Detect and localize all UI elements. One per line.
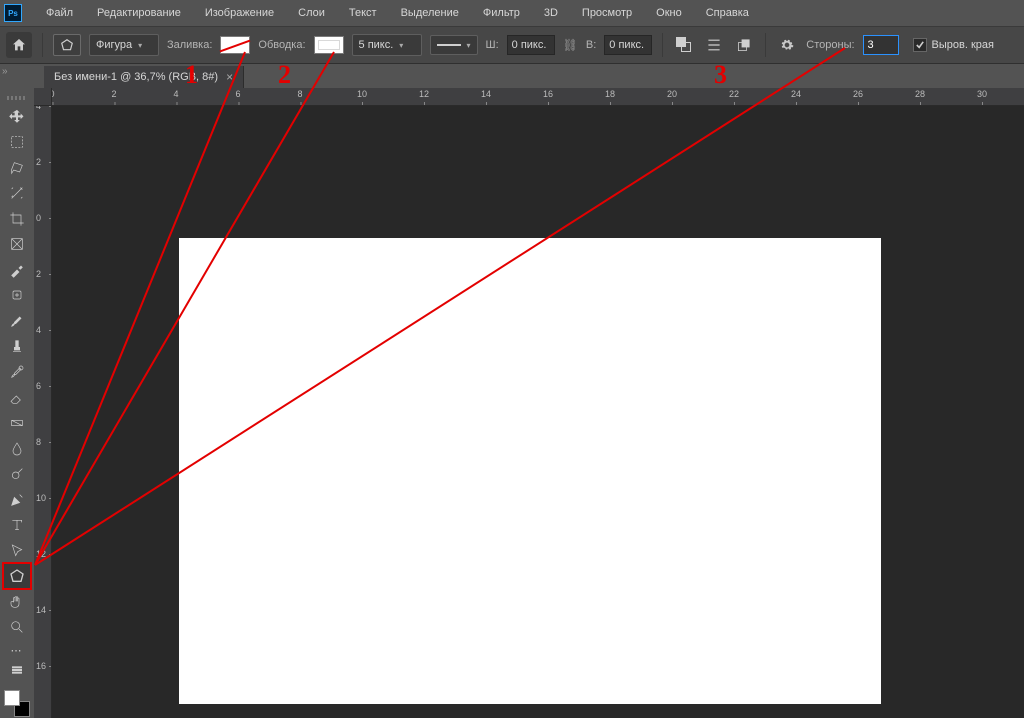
document-tab[interactable]: Без имени-1 @ 36,7% (RGB, 8#) ×	[44, 66, 244, 88]
path-op-combine[interactable]	[673, 34, 695, 56]
menu-text[interactable]: Текст	[337, 0, 389, 26]
tool-path-select[interactable]	[3, 538, 31, 564]
document-workspace[interactable]: 024681012141618202224262830 420246810121…	[34, 88, 1024, 718]
menu-view[interactable]: Просмотр	[570, 0, 644, 26]
sides-label: Стороны:	[806, 39, 854, 51]
tool-hand[interactable]	[3, 589, 31, 615]
height-input[interactable]	[604, 35, 652, 55]
options-bar: Фигура ▾ Заливка: Обводка: 5 пикс. ▾ ▾ Ш…	[0, 26, 1024, 64]
foreground-color[interactable]	[4, 690, 20, 706]
edit-toolbar-button[interactable]	[3, 657, 31, 683]
stroke-swatch[interactable]	[314, 36, 344, 54]
tool-move[interactable]	[3, 104, 31, 130]
panel-grip[interactable]	[7, 96, 27, 100]
width-label: Ш:	[486, 39, 499, 51]
sides-input[interactable]	[863, 35, 899, 55]
align-icon	[706, 37, 722, 53]
stroke-width-dropdown[interactable]: 5 пикс. ▾	[352, 34, 422, 56]
gear-icon	[780, 38, 794, 52]
tool-type[interactable]	[3, 512, 31, 538]
menu-window[interactable]: Окно	[644, 0, 694, 26]
menu-3d[interactable]: 3D	[532, 0, 570, 26]
tools-panel: ⋯	[0, 88, 34, 718]
annotation-label: 1	[185, 60, 198, 90]
more-tools[interactable]: ⋯	[11, 644, 24, 657]
ruler-corner	[34, 88, 52, 106]
chevron-down-icon: ▾	[467, 41, 471, 50]
tool-shape[interactable]	[3, 563, 31, 589]
path-align[interactable]	[703, 34, 725, 56]
app-logo: Ps	[4, 4, 22, 22]
tool-brush[interactable]	[3, 308, 31, 334]
separator	[765, 33, 766, 57]
separator	[42, 33, 43, 57]
menu-image[interactable]: Изображение	[193, 0, 286, 26]
tool-pen[interactable]	[3, 487, 31, 513]
height-label: В:	[586, 39, 596, 51]
fill-label: Заливка:	[167, 39, 212, 51]
home-button[interactable]	[6, 32, 32, 58]
chevron-down-icon: ▾	[399, 41, 403, 50]
align-edges-checkbox[interactable]	[913, 38, 927, 52]
polygon-icon	[60, 38, 74, 52]
fill-swatch[interactable]	[220, 36, 250, 54]
menu-select[interactable]: Выделение	[389, 0, 471, 26]
close-tab-button[interactable]: ×	[226, 71, 233, 83]
separator	[662, 33, 663, 57]
tool-frame[interactable]	[3, 232, 31, 258]
tool-zoom[interactable]	[3, 615, 31, 641]
chevron-down-icon: ▾	[138, 41, 142, 50]
home-icon	[11, 37, 27, 53]
stroke-style-dropdown[interactable]: ▾	[430, 35, 478, 55]
tool-mode-label: Фигура	[96, 39, 132, 51]
panel-collapse-handle[interactable]: »	[2, 66, 8, 77]
menu-edit[interactable]: Редактирование	[85, 0, 193, 26]
main-area: ⋯ 024681012141618202224262830 4202468101…	[0, 88, 1024, 718]
tool-wand[interactable]	[3, 181, 31, 207]
stroke-width-value: 5 пикс.	[359, 39, 394, 51]
tool-gradient[interactable]	[3, 410, 31, 436]
menu-filter[interactable]: Фильтр	[471, 0, 532, 26]
tool-marquee[interactable]	[3, 129, 31, 155]
menu-layers[interactable]: Слои	[286, 0, 337, 26]
canvas[interactable]	[179, 238, 881, 704]
tool-blur[interactable]	[3, 436, 31, 462]
tool-settings-button[interactable]	[776, 34, 798, 56]
foreground-background-swatch[interactable]	[3, 689, 31, 718]
tool-stamp[interactable]	[3, 334, 31, 360]
tool-lasso[interactable]	[3, 155, 31, 181]
arrange-icon	[736, 37, 752, 53]
ruler-vertical: 42024681012141618	[34, 106, 52, 718]
tool-heal[interactable]	[3, 283, 31, 309]
tool-crop[interactable]	[3, 206, 31, 232]
menu-help[interactable]: Справка	[694, 0, 761, 26]
align-edges-option[interactable]: Выров. края	[913, 38, 994, 52]
document-tabs: Без имени-1 @ 36,7% (RGB, 8#) ×	[0, 64, 1024, 88]
current-tool-indicator[interactable]	[53, 34, 81, 56]
align-edges-label: Выров. края	[932, 39, 994, 51]
width-input[interactable]	[507, 35, 555, 55]
tool-dodge[interactable]	[3, 461, 31, 487]
annotation-label: 2	[278, 60, 291, 90]
check-icon	[916, 41, 924, 49]
stroke-label: Обводка:	[258, 39, 305, 51]
tool-eraser[interactable]	[3, 385, 31, 411]
polygon-icon	[9, 568, 25, 584]
path-arrange[interactable]	[733, 34, 755, 56]
menu-file[interactable]: Файл	[34, 0, 85, 26]
link-icon[interactable]: ⛓	[563, 38, 578, 52]
ruler-horizontal: 024681012141618202224262830	[52, 88, 1024, 106]
tool-mode-dropdown[interactable]: Фигура ▾	[89, 34, 159, 56]
tool-eyedropper[interactable]	[3, 257, 31, 283]
tool-history-brush[interactable]	[3, 359, 31, 385]
annotation-label: 3	[714, 60, 727, 90]
stroke-style-line-icon	[437, 44, 461, 46]
menu-bar: Ps Файл Редактирование Изображение Слои …	[0, 0, 1024, 26]
